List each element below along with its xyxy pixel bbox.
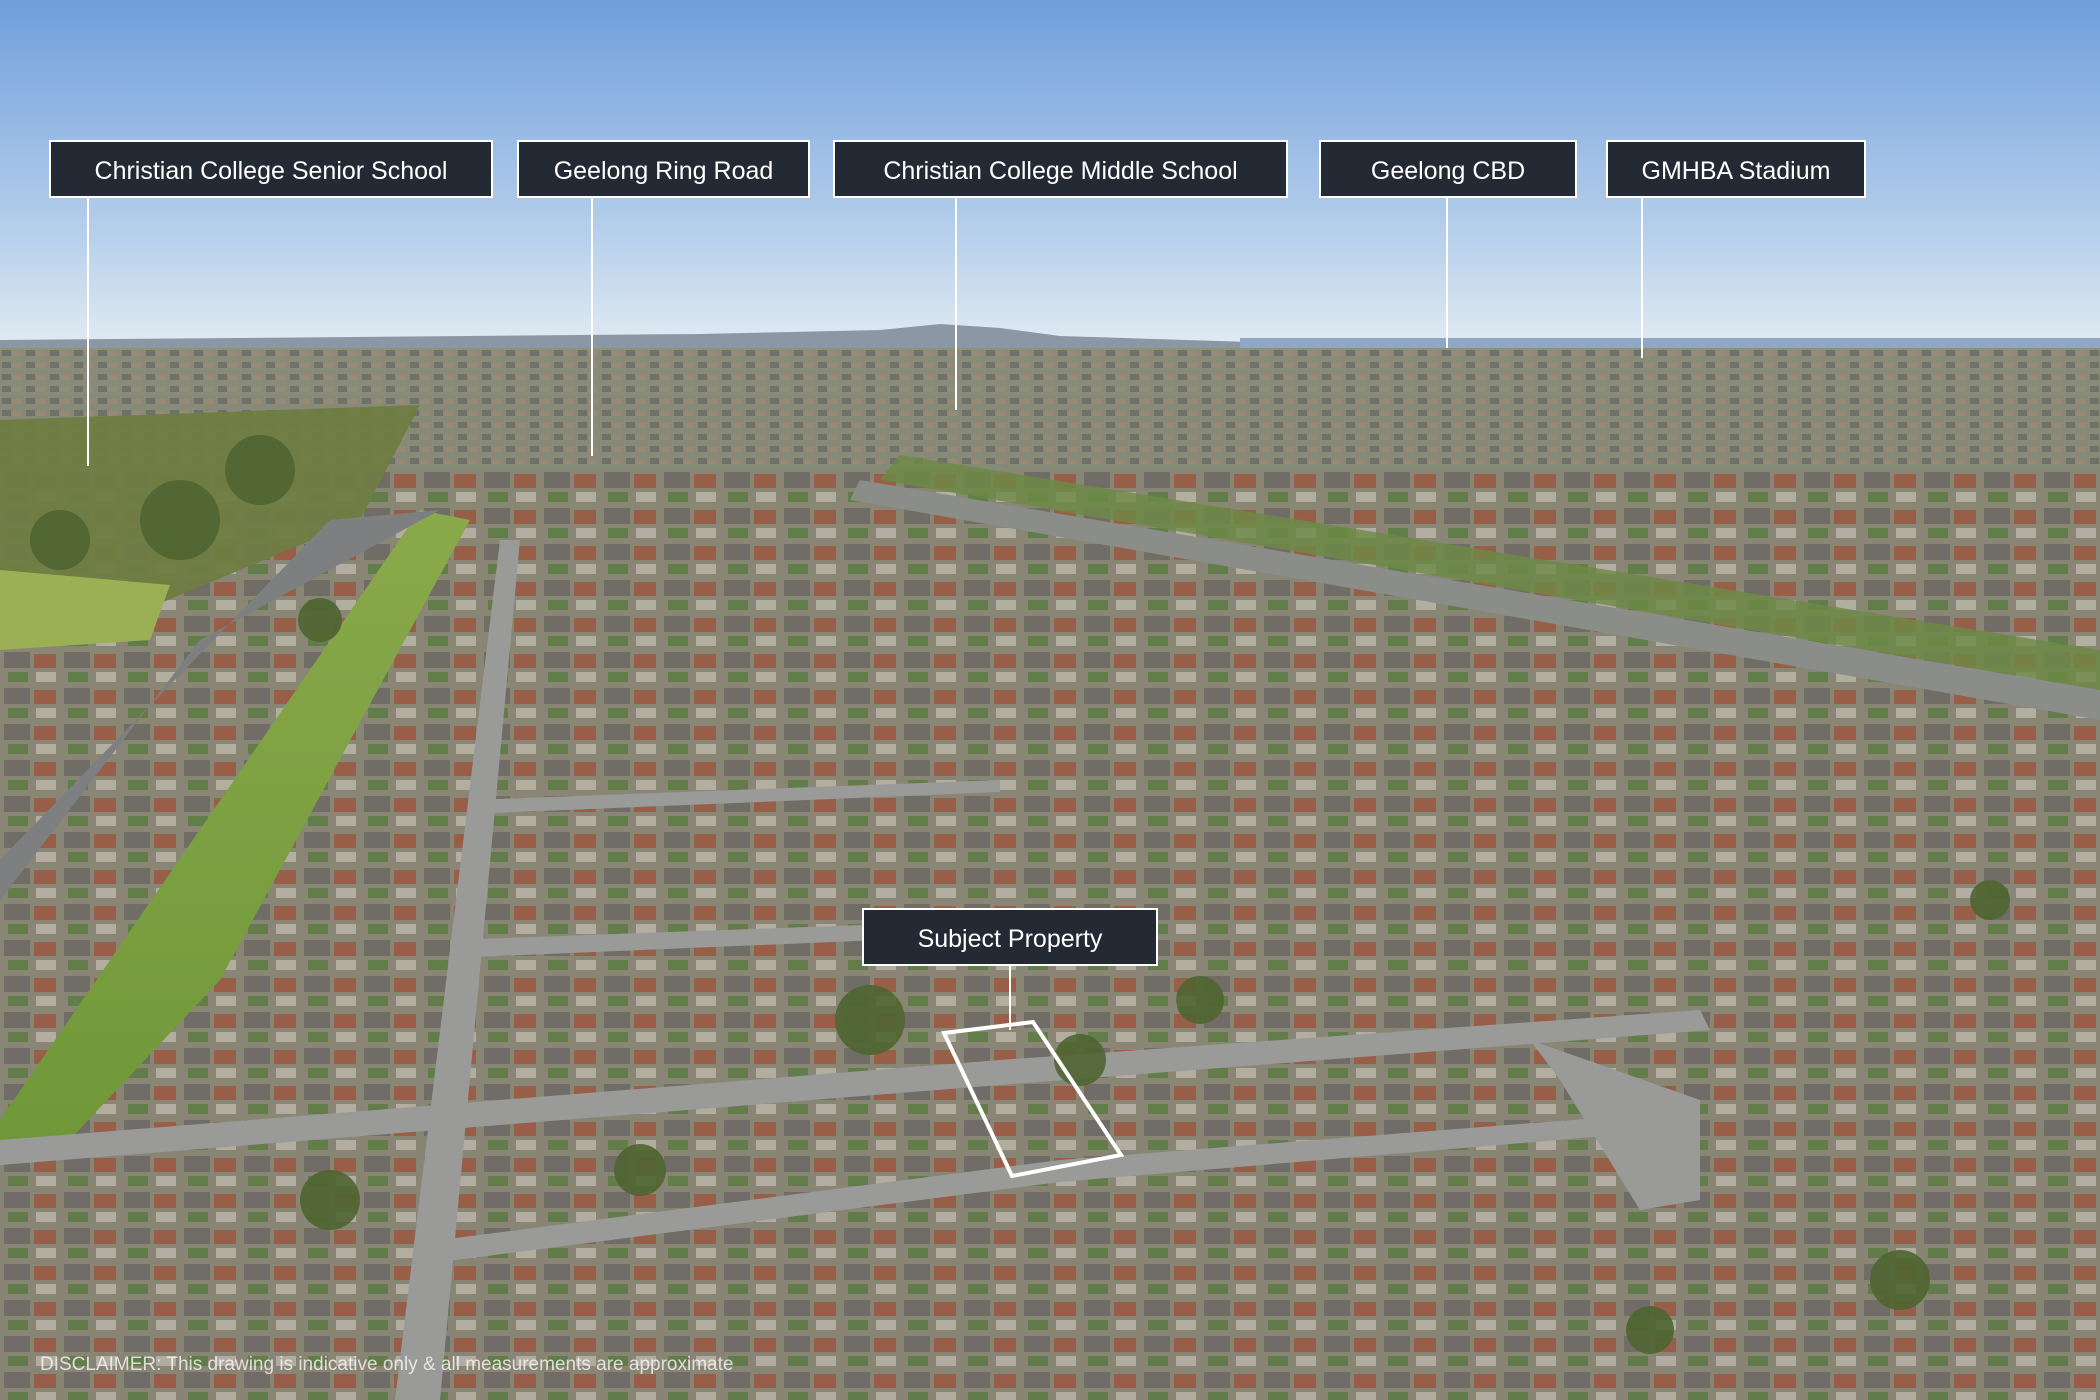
leader-line-senior-school [87, 198, 89, 466]
leader-line-stadium [1641, 198, 1643, 358]
subject-property-label: Subject Property [862, 908, 1158, 966]
aerial-photo [0, 0, 2100, 1400]
leader-line-subject-property [1009, 966, 1011, 1030]
leader-line-ring-road [591, 198, 593, 456]
callout-middle-school: Christian College Middle School [833, 140, 1288, 198]
callout-ring-road: Geelong Ring Road [517, 140, 810, 198]
callout-cbd: Geelong CBD [1319, 140, 1577, 198]
disclaimer-text: DISCLAIMER: This drawing is indicative o… [40, 1354, 734, 1375]
callout-stadium: GMHBA Stadium [1606, 140, 1866, 198]
callout-senior-school: Christian College Senior School [49, 140, 493, 198]
leader-line-middle-school [955, 198, 957, 410]
leader-line-cbd [1446, 198, 1448, 348]
